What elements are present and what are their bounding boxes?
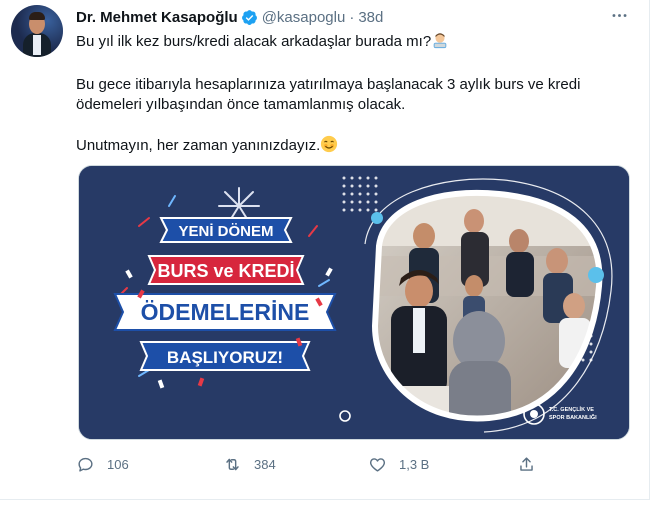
banner-line3: ÖDEMELERİNE [141, 299, 310, 325]
tweet-actions: 106 384 1,3 B [76, 452, 556, 476]
verified-badge-icon [241, 9, 258, 26]
heart-icon [369, 457, 386, 472]
banner-line1: YENİ DÖNEM [178, 223, 273, 240]
tweet-text-paragraph3: Unutmayın, her zaman yanınızdayız. [76, 135, 636, 159]
avatar[interactable] [11, 5, 63, 57]
tweet-text: Bu yıl ilk kez burs/kredi alacak arkadaş… [76, 31, 636, 159]
tweet-timestamp[interactable]: 38d [358, 9, 383, 26]
smiling-face-emoji-icon [320, 135, 338, 159]
tweet-media-image[interactable]: YENİ DÖNEM BURS ve KREDİ ÖDEMELERİNE BAŞ… [78, 165, 630, 440]
separator-dot: · [349, 8, 355, 26]
more-icon[interactable] [606, 4, 632, 26]
share-icon [520, 456, 533, 471]
tweet-card[interactable]: Dr. Mehmet Kasapoğlu @kasapoglu · 38d Bu… [0, 0, 650, 500]
man-technologist-emoji-icon [431, 31, 449, 55]
share-button[interactable] [517, 452, 536, 476]
like-count: 1,3 B [399, 456, 430, 472]
banner-line2: BURS ve KREDİ [157, 261, 294, 281]
banner-graphic: YENİ DÖNEM BURS ve KREDİ ÖDEMELERİNE BAŞ… [79, 166, 629, 439]
like-button[interactable]: 1,3 B [368, 452, 429, 476]
author-name[interactable]: Dr. Mehmet Kasapoğlu [76, 9, 238, 26]
logo-text-1: T.C. GENÇLİK VE [549, 406, 594, 413]
tweet-header: Dr. Mehmet Kasapoğlu @kasapoglu · 38d [76, 7, 383, 27]
tweet-text-line1: Bu yıl ilk kez burs/kredi alacak arkadaş… [76, 31, 636, 55]
retweet-icon [226, 458, 239, 470]
banner-line4: BAŞLIYORUZ! [167, 348, 283, 367]
reply-count: 106 [107, 456, 129, 472]
tweet-text-paragraph2: Bu gece itibarıyla hesaplarınıza yatırıl… [76, 76, 581, 113]
logo-text-2: SPOR BAKANLIĞI [549, 413, 597, 421]
author-handle[interactable]: @kasapoglu [262, 9, 346, 26]
retweet-button[interactable]: 384 [223, 452, 276, 476]
retweet-count: 384 [254, 456, 276, 472]
reply-button[interactable]: 106 [76, 452, 129, 476]
reply-icon [78, 457, 93, 472]
